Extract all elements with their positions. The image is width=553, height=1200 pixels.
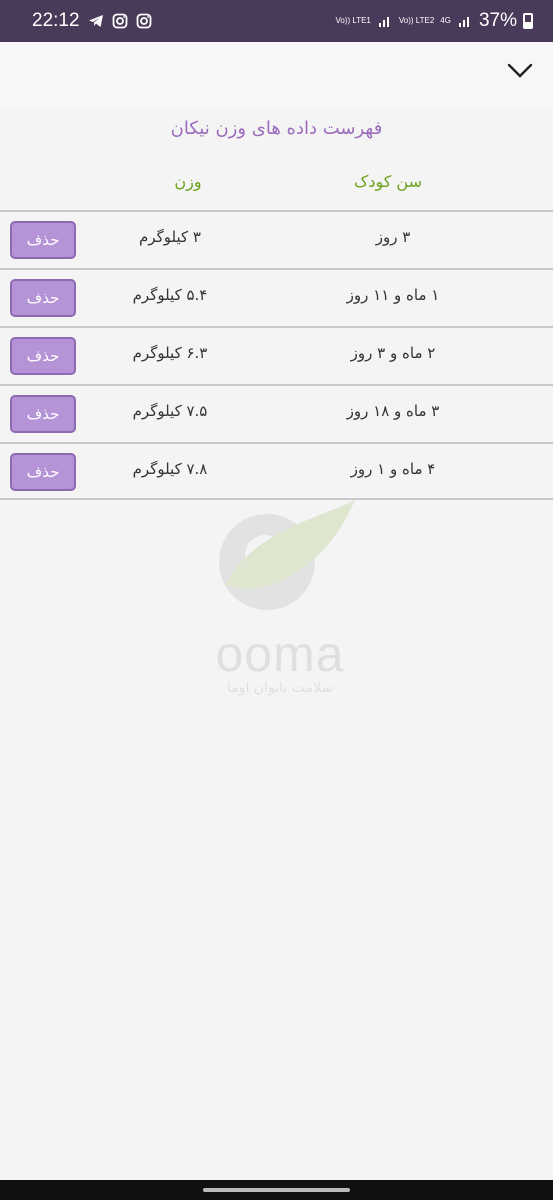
delete-button[interactable]: حذف bbox=[10, 453, 76, 491]
age-cell: ۱ ماه و ۱۱ روز bbox=[346, 286, 440, 304]
age-cell: ۳ ماه و ۱۸ روز bbox=[346, 402, 440, 420]
status-bar: 22:12 Vo)) LTE1 Vo)) LTE2 4G 37% bbox=[0, 0, 553, 42]
weight-cell: ۵.۴ کیلوگرم bbox=[132, 286, 208, 304]
status-left: 22:12 bbox=[32, 10, 152, 32]
table-header: سن کودک وزن bbox=[0, 172, 553, 196]
watermark-brand: ooma bbox=[215, 626, 345, 682]
age-cell: ۳ روز bbox=[375, 228, 411, 246]
telegram-icon bbox=[88, 15, 103, 27]
age-cell: ۲ ماه و ۳ روز bbox=[350, 344, 436, 362]
delete-button[interactable]: حذف bbox=[10, 337, 76, 375]
page-title: فهرست داده های وزن نیکان bbox=[170, 118, 383, 139]
signal-icon bbox=[458, 17, 469, 27]
status-right: Vo)) LTE1 Vo)) LTE2 4G 37% bbox=[335, 10, 533, 32]
navigation-bar bbox=[0, 1180, 553, 1200]
weight-cell: ۶.۳ کیلوگرم bbox=[132, 344, 208, 362]
network-label-2: Vo)) LTE2 bbox=[398, 16, 435, 25]
ooma-watermark: ooma سلامت بانوان اوما bbox=[195, 500, 365, 710]
table-row: ۳ ماه و ۱۸ روز ۷.۵ کیلوگرم حذف bbox=[0, 384, 553, 442]
top-bar bbox=[0, 42, 553, 108]
table-row: ۲ ماه و ۳ روز ۶.۳ کیلوگرم حذف bbox=[0, 326, 553, 384]
age-cell: ۴ ماه و ۱ روز bbox=[350, 460, 436, 478]
weight-cell: ۳ کیلوگرم bbox=[139, 228, 201, 246]
weight-cell: ۷.۵ کیلوگرم bbox=[132, 402, 208, 420]
delete-button[interactable]: حذف bbox=[10, 279, 76, 317]
weight-cell: ۷.۸ کیلوگرم bbox=[132, 460, 208, 478]
ooma-logo-icon bbox=[219, 500, 355, 610]
table-row: ۱ ماه و ۱۱ روز ۵.۴ کیلوگرم حذف bbox=[0, 268, 553, 326]
network-label-3: 4G bbox=[440, 16, 451, 25]
battery-icon bbox=[523, 13, 533, 29]
watermark-subtitle: سلامت بانوان اوما bbox=[226, 680, 334, 696]
signal-icon bbox=[378, 17, 389, 27]
chevron-down-icon[interactable] bbox=[505, 56, 535, 86]
home-gesture-bar[interactable] bbox=[203, 1188, 350, 1192]
instagram-icon bbox=[112, 13, 127, 29]
battery-percent: 37% bbox=[478, 10, 517, 31]
column-header-age: سن کودک bbox=[354, 172, 422, 191]
status-time: 22:12 bbox=[32, 10, 80, 31]
network-label-1: Vo)) LTE1 bbox=[335, 16, 371, 25]
delete-button[interactable]: حذف bbox=[10, 221, 76, 259]
weight-table: ۳ روز ۳ کیلوگرم حذف ۱ ماه و ۱۱ روز ۵.۴ ک… bbox=[0, 210, 553, 500]
delete-button[interactable]: حذف bbox=[10, 395, 76, 433]
table-row: ۴ ماه و ۱ روز ۷.۸ کیلوگرم حذف bbox=[0, 442, 553, 500]
table-row: ۳ روز ۳ کیلوگرم حذف bbox=[0, 210, 553, 268]
column-header-weight: وزن bbox=[174, 172, 202, 191]
instagram-icon bbox=[136, 13, 151, 29]
